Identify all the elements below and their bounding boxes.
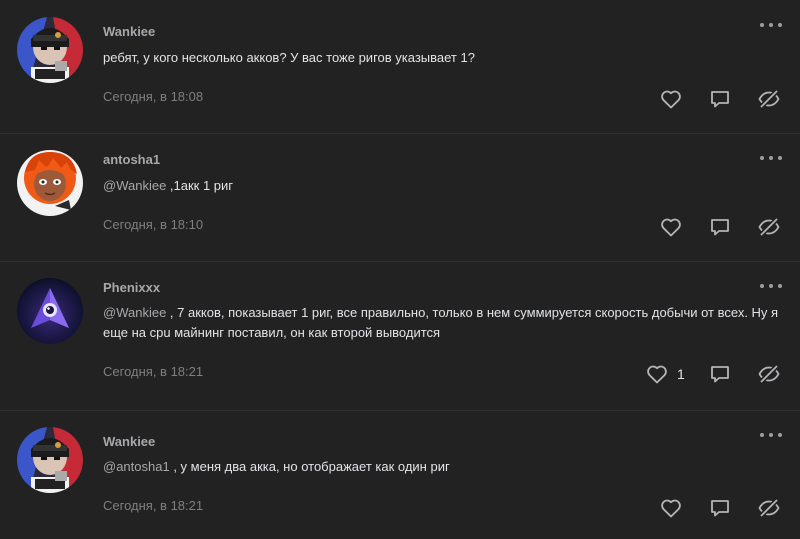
comment-item: Wankiee @antosha1 , у меня два акка, но … bbox=[0, 411, 800, 539]
comment-body: ребят, у кого несколько акков? У вас тож… bbox=[103, 50, 475, 65]
comment-actions bbox=[640, 87, 800, 111]
comment-author[interactable]: Wankiee bbox=[103, 434, 155, 449]
eye-slash-icon bbox=[758, 364, 780, 384]
more-dots-icon[interactable] bbox=[760, 152, 782, 164]
more-dots-icon[interactable] bbox=[760, 280, 782, 292]
comment-bubble-icon bbox=[711, 500, 729, 517]
comment-text: @Wankiee , 7 акков, показывает 1 риг, вс… bbox=[103, 303, 793, 343]
mention-link[interactable]: @Wankiee bbox=[103, 178, 166, 193]
mention-link[interactable]: @antosha1 bbox=[103, 459, 170, 474]
reply-button[interactable] bbox=[708, 87, 732, 111]
hide-button[interactable] bbox=[757, 87, 781, 111]
comment-text: @Wankiee ,1акк 1 риг bbox=[103, 176, 793, 196]
comment-bubble-icon bbox=[711, 91, 729, 108]
comment-actions bbox=[640, 215, 800, 239]
avatar[interactable] bbox=[17, 427, 83, 493]
comment-timestamp[interactable]: Сегодня, в 18:21 bbox=[103, 498, 203, 513]
comment-body: , 7 акков, показывает 1 риг, все правиль… bbox=[103, 305, 779, 340]
like-button[interactable] bbox=[659, 496, 691, 520]
heart-icon bbox=[647, 365, 667, 384]
comment-author[interactable]: Phenixxx bbox=[103, 280, 160, 295]
comment-bubble-icon bbox=[711, 219, 729, 236]
avatar[interactable] bbox=[17, 150, 83, 216]
comment-actions bbox=[640, 496, 800, 520]
comment-author[interactable]: Wankiee bbox=[103, 24, 155, 39]
like-button[interactable] bbox=[659, 215, 691, 239]
comment-item: Phenixxx @Wankiee , 7 акков, показывает … bbox=[0, 262, 800, 411]
eye-slash-icon bbox=[758, 89, 780, 109]
comment-actions: 1 bbox=[640, 362, 800, 386]
hide-button[interactable] bbox=[757, 215, 781, 239]
comment-bubble-icon bbox=[711, 366, 729, 383]
heart-icon bbox=[661, 218, 681, 237]
heart-icon bbox=[661, 499, 681, 518]
comment-body: ,1акк 1 риг bbox=[166, 178, 234, 193]
like-count: 1 bbox=[677, 366, 685, 382]
more-dots-icon[interactable] bbox=[760, 19, 782, 31]
hide-button[interactable] bbox=[757, 496, 781, 520]
comments-feed: Wankiee ребят, у кого несколько акков? У… bbox=[0, 0, 800, 539]
comment-timestamp[interactable]: Сегодня, в 18:08 bbox=[103, 89, 203, 104]
comment-author[interactable]: antosha1 bbox=[103, 152, 160, 167]
hide-button[interactable] bbox=[757, 362, 781, 386]
comment-timestamp[interactable]: Сегодня, в 18:10 bbox=[103, 217, 203, 232]
comment-item: antosha1 @Wankiee ,1акк 1 риг Сегодня, в… bbox=[0, 134, 800, 262]
more-dots-icon[interactable] bbox=[760, 429, 782, 441]
comment-text: @antosha1 , у меня два акка, но отобража… bbox=[103, 457, 793, 477]
avatar-wankiee-image bbox=[17, 17, 83, 83]
reply-button[interactable] bbox=[708, 215, 732, 239]
mention-link[interactable]: @Wankiee bbox=[103, 305, 166, 320]
reply-button[interactable] bbox=[708, 362, 732, 386]
comment-item: Wankiee ребят, у кого несколько акков? У… bbox=[0, 0, 800, 134]
heart-icon bbox=[661, 90, 681, 109]
avatar-wankiee-image bbox=[17, 427, 83, 493]
comment-body: , у меня два акка, но отображает как оди… bbox=[169, 459, 450, 474]
like-button[interactable] bbox=[659, 87, 691, 111]
avatar[interactable] bbox=[17, 17, 83, 83]
avatar-antosha1-image bbox=[17, 150, 83, 216]
like-button[interactable]: 1 bbox=[645, 362, 685, 386]
avatar-phenixxx-image bbox=[17, 278, 83, 344]
comment-text: ребят, у кого несколько акков? У вас тож… bbox=[103, 48, 793, 68]
avatar[interactable] bbox=[17, 278, 83, 344]
reply-button[interactable] bbox=[708, 496, 732, 520]
eye-slash-icon bbox=[758, 217, 780, 237]
eye-slash-icon bbox=[758, 498, 780, 518]
comment-timestamp[interactable]: Сегодня, в 18:21 bbox=[103, 364, 203, 379]
